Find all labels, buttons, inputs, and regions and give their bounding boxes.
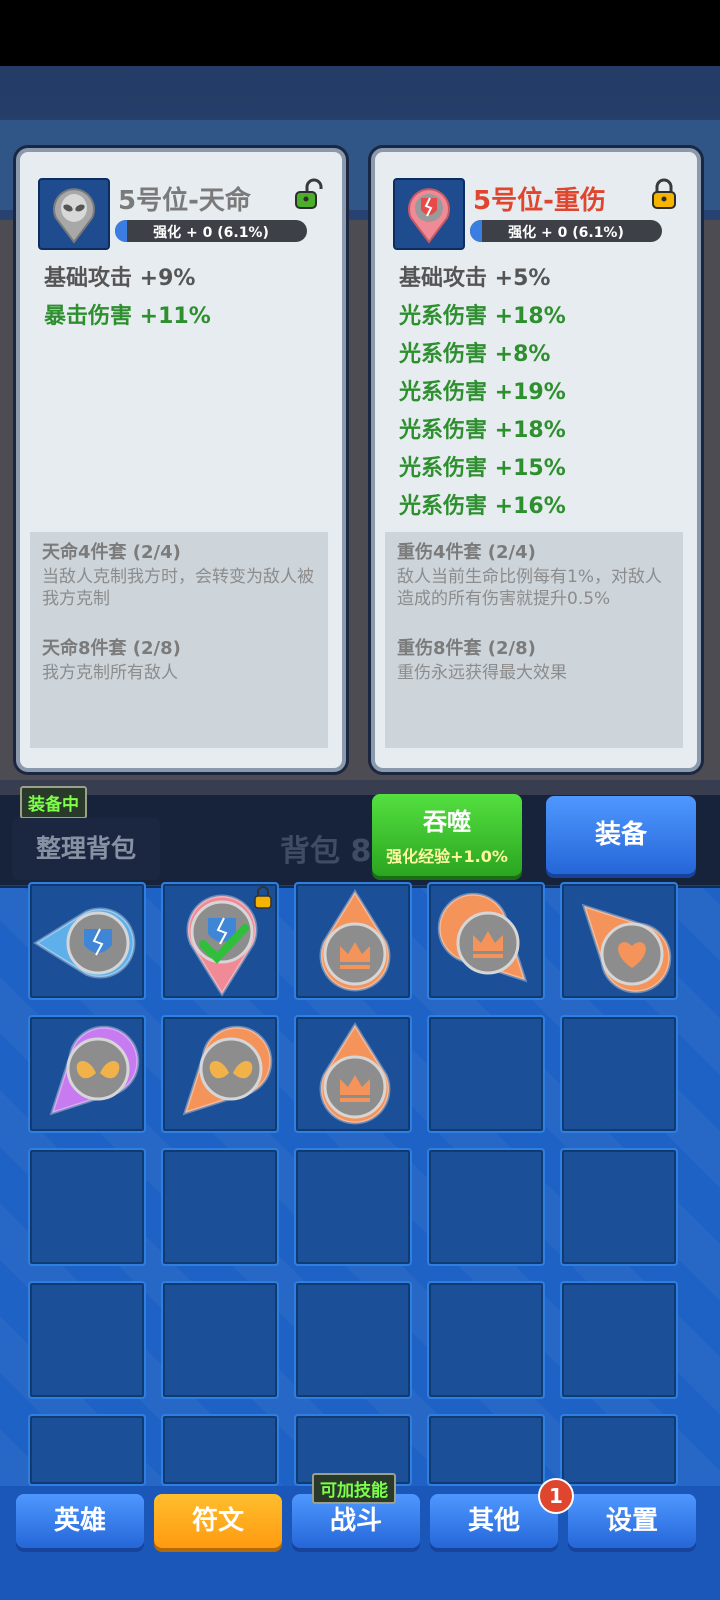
stat-line: 光系伤害 +18% bbox=[399, 304, 566, 329]
equipped-rune-card: 5号位-天命 强化 + 0 (6.1%) 基础攻击 +9% 暴击伤害 +11% … bbox=[16, 148, 346, 772]
inventory-slot-empty[interactable] bbox=[28, 1414, 146, 1486]
rune-icon bbox=[437, 892, 528, 983]
inventory-slot-rune[interactable] bbox=[161, 882, 279, 1000]
inventory-slot-empty[interactable] bbox=[28, 1281, 146, 1399]
stat-line: 基础攻击 +9% bbox=[44, 266, 196, 291]
broken-shield-icon bbox=[408, 188, 450, 244]
inventory-slot-empty[interactable] bbox=[560, 1414, 678, 1486]
rune-icon bbox=[49, 1025, 140, 1116]
set-bonus-title: 天命8件套 (2/8) bbox=[42, 638, 181, 659]
stat-line: 光系伤害 +18% bbox=[399, 418, 566, 443]
notification-badge: 1 bbox=[538, 1478, 574, 1514]
inventory-slot-rune[interactable] bbox=[28, 882, 146, 1000]
status-bar bbox=[0, 0, 720, 66]
set-bonus-desc: 我方克制所有敌人 bbox=[42, 663, 178, 683]
rune-title: 5号位-天命 bbox=[118, 186, 251, 216]
inventory-slot-rune[interactable] bbox=[294, 882, 412, 1000]
rune-title: 5号位-重伤 bbox=[473, 186, 606, 216]
stat-line: 暴击伤害 +11% bbox=[44, 304, 211, 329]
inventory-slot-empty[interactable] bbox=[427, 1414, 545, 1486]
inventory-slot-rune[interactable] bbox=[28, 1015, 146, 1133]
enhance-progress-bar: 强化 + 0 (6.1%) bbox=[470, 220, 662, 242]
enhance-label: 强化 + 0 (6.1%) bbox=[508, 225, 624, 241]
skill-available-badge: 可加技能 bbox=[312, 1473, 396, 1504]
stat-list: 基础攻击 +5% 光系伤害 +18% 光系伤害 +8% 光系伤害 +19% 光系… bbox=[399, 260, 689, 526]
set-bonus-box: 天命4件套 (2/4) 当敌人克制我方时，会转变为敌人被我方克制 天命8件套 (… bbox=[30, 532, 328, 748]
set-bonus-desc: 重伤永远获得最大效果 bbox=[397, 663, 567, 683]
rune-icon bbox=[182, 1025, 273, 1116]
rune-thumbnail bbox=[38, 178, 110, 250]
inventory-slot-rune[interactable] bbox=[427, 882, 545, 1000]
stat-line: 光系伤害 +19% bbox=[399, 380, 566, 405]
nav-settings[interactable]: 设置 bbox=[568, 1494, 696, 1548]
devour-button[interactable]: 吞噬 强化经验+1.0% bbox=[372, 794, 522, 876]
inventory-slot-empty[interactable] bbox=[294, 1281, 412, 1399]
rune-icon bbox=[319, 1022, 391, 1125]
inventory-slot-empty[interactable] bbox=[560, 1148, 678, 1266]
inventory-slot-rune[interactable] bbox=[560, 882, 678, 1000]
inventory-slot-empty[interactable] bbox=[427, 1148, 545, 1266]
enhance-label: 强化 + 0 (6.1%) bbox=[153, 225, 269, 241]
inventory-slot-empty[interactable] bbox=[560, 1015, 678, 1133]
selected-rune-card: 5号位-重伤 强化 + 0 (6.1%) 基础攻击 +5% 光系伤害 +18% … bbox=[371, 148, 701, 772]
set-bonus-title: 重伤4件套 (2/4) bbox=[397, 542, 536, 563]
unlocked-padlock-icon[interactable] bbox=[292, 178, 326, 212]
enhance-progress-bar: 强化 + 0 (6.1%) bbox=[115, 220, 307, 242]
bag-title: 背包 8 bbox=[280, 834, 372, 869]
inventory-slot-empty[interactable] bbox=[427, 1015, 545, 1133]
inventory-slot-empty[interactable] bbox=[161, 1414, 279, 1486]
rune-thumbnail bbox=[393, 178, 465, 250]
stat-line: 光系伤害 +16% bbox=[399, 494, 566, 519]
stat-list: 基础攻击 +9% 暴击伤害 +11% bbox=[44, 260, 334, 336]
inventory-slot-empty[interactable] bbox=[427, 1281, 545, 1399]
padlock-icon[interactable] bbox=[647, 178, 681, 212]
rune-icon bbox=[319, 889, 391, 992]
rune-icon bbox=[33, 907, 136, 979]
devour-exp-label: 强化经验+1.0% bbox=[386, 847, 508, 866]
stat-line: 基础攻击 +5% bbox=[399, 266, 551, 291]
rune-icon bbox=[186, 886, 272, 997]
nav-heroes[interactable]: 英雄 bbox=[16, 1494, 144, 1548]
set-bonus-title: 重伤8件套 (2/8) bbox=[397, 638, 536, 659]
devour-label: 吞噬 bbox=[423, 808, 471, 836]
equip-button[interactable]: 装备 bbox=[546, 796, 696, 874]
stat-line: 光系伤害 +8% bbox=[399, 342, 551, 367]
inventory-slot-empty[interactable] bbox=[294, 1148, 412, 1266]
inventory-slot-empty[interactable] bbox=[161, 1148, 279, 1266]
inventory-slot-rune[interactable] bbox=[161, 1015, 279, 1133]
sort-bag-button[interactable]: 整理背包 bbox=[12, 818, 160, 880]
set-bonus-desc: 当敌人克制我方时，会转变为敌人被我方克制 bbox=[42, 567, 314, 609]
inventory-slot-empty[interactable] bbox=[161, 1281, 279, 1399]
padlock-icon bbox=[254, 886, 272, 909]
inventory-slot-empty[interactable] bbox=[560, 1281, 678, 1399]
alien-icon bbox=[53, 188, 95, 244]
inventory-slot-rune[interactable] bbox=[294, 1015, 412, 1133]
set-bonus-title: 天命4件套 (2/4) bbox=[42, 542, 181, 563]
equipped-badge: 装备中 bbox=[20, 786, 87, 819]
rune-icon bbox=[581, 903, 672, 994]
set-bonus-box: 重伤4件套 (2/4) 敌人当前生命比例每有1%，对敌人造成的所有伤害就提升0.… bbox=[385, 532, 683, 748]
nav-runes[interactable]: 符文 bbox=[154, 1494, 282, 1548]
stat-line: 光系伤害 +15% bbox=[399, 456, 566, 481]
inventory-slot-empty[interactable] bbox=[28, 1148, 146, 1266]
set-bonus-desc: 敌人当前生命比例每有1%，对敌人造成的所有伤害就提升0.5% bbox=[397, 567, 662, 609]
